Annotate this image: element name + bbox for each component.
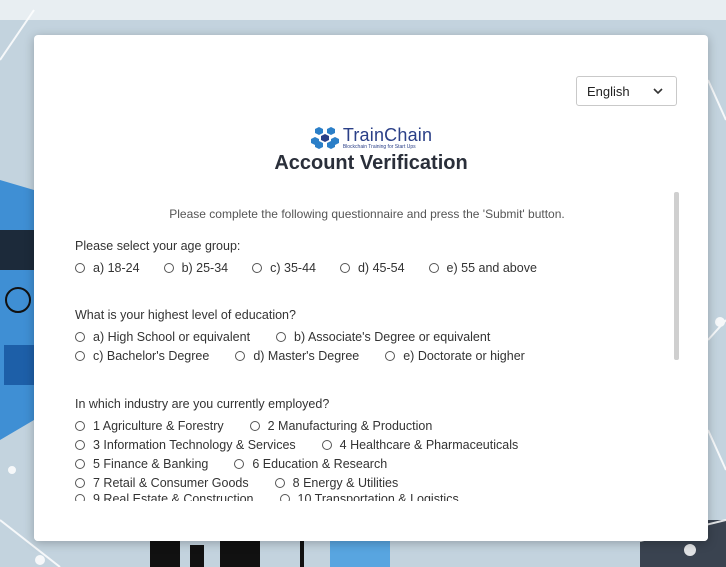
age-option-d[interactable]: d) 45-54 [339, 261, 405, 275]
industry-option-7[interactable]: 7 Retail & Consumer Goods [75, 476, 249, 490]
question-industry: In which industry are you currently empl… [75, 397, 540, 506]
radio-button[interactable] [75, 420, 85, 431]
question-education: What is your highest level of education?… [75, 308, 547, 365]
age-option-c[interactable]: c) 35-44 [252, 261, 316, 275]
chevron-down-icon [653, 88, 663, 95]
radio-button[interactable] [274, 477, 285, 488]
radio-button[interactable] [385, 350, 396, 361]
radio-button[interactable] [75, 331, 85, 342]
question-label: Please select your age group: [75, 239, 241, 253]
question-label: What is your highest level of education? [75, 308, 296, 322]
age-option-b[interactable]: b) 25-34 [163, 261, 228, 275]
radio-button[interactable] [75, 262, 85, 273]
radio-button[interactable] [321, 439, 332, 450]
radio-button[interactable] [339, 262, 350, 273]
radio-button[interactable] [428, 262, 439, 273]
radio-button[interactable] [75, 477, 85, 488]
education-option-b[interactable]: b) Associate's Degree or equivalent [276, 330, 490, 344]
industry-option-1[interactable]: 1 Agriculture & Forestry [75, 419, 224, 433]
scrollbar[interactable] [674, 192, 679, 360]
question-label: In which industry are you currently empl… [75, 397, 330, 411]
logo-tagline: Blockchain Training for Start Ups [342, 144, 416, 150]
logo: TrainChain Blockchain Training for Start… [34, 123, 708, 153]
radio-button[interactable] [276, 331, 287, 342]
industry-option-8[interactable]: 8 Energy & Utilities [274, 476, 398, 490]
language-select-value: English [587, 83, 630, 99]
radio-button[interactable] [75, 439, 85, 450]
radio-button[interactable] [252, 262, 263, 273]
question-age: Please select your age group: a) 18-24 b… [75, 239, 559, 277]
instructions-text: Please complete the following questionna… [169, 207, 565, 221]
language-select[interactable]: English [576, 76, 677, 106]
industry-option-4[interactable]: 4 Healthcare & Pharmaceuticals [321, 438, 518, 452]
industry-option-2[interactable]: 2 Manufacturing & Production [249, 419, 432, 433]
radio-button[interactable] [163, 262, 174, 273]
industry-option-6[interactable]: 6 Education & Research [234, 457, 387, 471]
radio-button[interactable] [75, 458, 85, 469]
education-option-a[interactable]: a) High School or equivalent [75, 330, 250, 344]
logo-name: TrainChain [342, 125, 433, 145]
age-option-a[interactable]: a) 18-24 [75, 261, 140, 275]
industry-option-3[interactable]: 3 Information Technology & Services [75, 438, 296, 452]
radio-button[interactable] [75, 350, 85, 361]
verification-card: English TrainChain Blockchain Training f… [34, 35, 708, 541]
page-title: Account Verification [274, 152, 468, 174]
education-option-d[interactable]: d) Master's Degree [235, 349, 359, 363]
form-bottom-clip [34, 501, 708, 541]
industry-option-5[interactable]: 5 Finance & Banking [75, 457, 208, 471]
blockchain-logo-icon [310, 127, 339, 149]
education-option-e[interactable]: e) Doctorate or higher [385, 349, 525, 363]
age-option-e[interactable]: e) 55 and above [428, 261, 537, 275]
radio-button[interactable] [249, 420, 260, 431]
radio-button[interactable] [235, 350, 246, 361]
radio-button[interactable] [234, 458, 245, 469]
education-option-c[interactable]: c) Bachelor's Degree [75, 349, 209, 363]
